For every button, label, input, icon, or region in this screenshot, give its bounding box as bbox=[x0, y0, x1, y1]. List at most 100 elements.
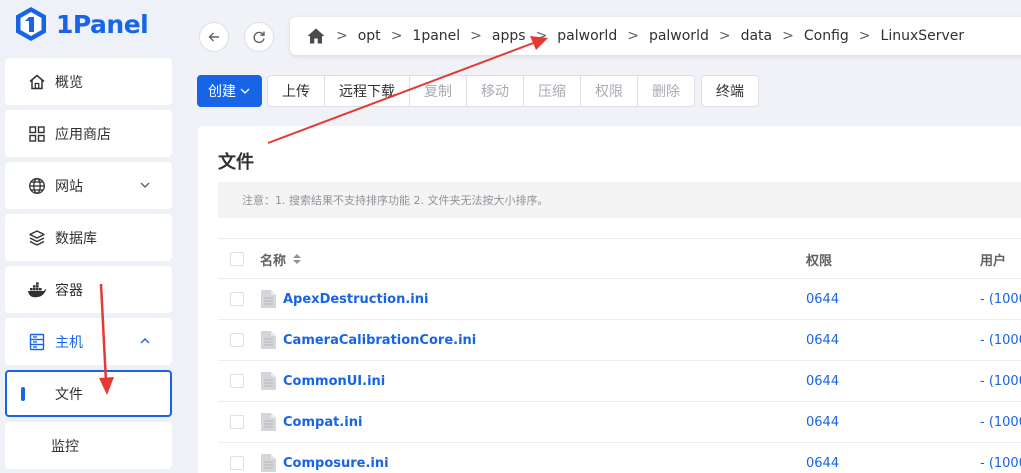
user-link[interactable]: - (1000 bbox=[980, 374, 1021, 389]
logo-text: 1Panel bbox=[56, 9, 149, 39]
home-icon bbox=[27, 72, 47, 92]
row-checkbox[interactable] bbox=[230, 333, 244, 347]
table-row[interactable]: CameraCalibrationCore.ini 0644 - (1000 bbox=[218, 320, 1021, 361]
permission-link[interactable]: 0644 bbox=[806, 456, 839, 471]
breadcrumb-separator: > bbox=[535, 28, 548, 44]
globe-icon bbox=[27, 176, 47, 196]
docker-icon bbox=[27, 280, 47, 300]
remote-download-button[interactable]: 远程下载 bbox=[324, 75, 410, 107]
file-icon bbox=[261, 331, 276, 349]
row-checkbox[interactable] bbox=[230, 374, 244, 388]
apps-grid-icon bbox=[27, 124, 47, 144]
breadcrumb-separator: > bbox=[627, 28, 639, 44]
table-row[interactable]: ApexDestruction.ini 0644 - (1000 bbox=[218, 279, 1021, 320]
back-button[interactable] bbox=[199, 22, 229, 52]
column-header-name[interactable]: 名称 bbox=[260, 239, 302, 279]
permission-link[interactable]: 0644 bbox=[806, 333, 839, 348]
breadcrumb-item[interactable]: Config bbox=[804, 28, 849, 44]
compress-button[interactable]: 压缩 bbox=[523, 75, 581, 107]
sidebar: 1Panel 概览 应用商店 网站 数据库 容器 主机 文件 监控 bbox=[0, 0, 180, 473]
breadcrumb-item[interactable]: LinuxServer bbox=[881, 28, 965, 44]
table-header: 名称 权限 用户 bbox=[218, 238, 1021, 279]
chevron-down-icon bbox=[140, 182, 150, 188]
breadcrumb: > opt > 1panel > apps > palworld > palwo… bbox=[290, 17, 1021, 55]
table-row[interactable]: CommonUI.ini 0644 - (1000 bbox=[218, 361, 1021, 402]
sidebar-item-database[interactable]: 数据库 bbox=[5, 214, 172, 261]
sidebar-item-overview[interactable]: 概览 bbox=[5, 58, 172, 105]
sidebar-item-host[interactable]: 主机 bbox=[5, 318, 172, 365]
sidebar-item-label: 数据库 bbox=[55, 230, 97, 247]
table-row[interactable]: Composure.ini 0644 - (1000 bbox=[218, 443, 1021, 473]
file-table: 名称 权限 用户 ApexDestruction.ini 0644 - (100… bbox=[218, 238, 1021, 473]
breadcrumb-item[interactable]: palworld bbox=[649, 28, 709, 44]
user-link[interactable]: - (1000 bbox=[980, 415, 1021, 430]
logo[interactable]: 1Panel bbox=[14, 6, 149, 42]
breadcrumb-separator: > bbox=[718, 28, 731, 44]
file-icon bbox=[261, 290, 276, 308]
file-name-link[interactable]: CommonUI.ini bbox=[283, 374, 385, 389]
file-name-link[interactable]: ApexDestruction.ini bbox=[283, 292, 428, 307]
breadcrumb-separator: > bbox=[470, 28, 482, 44]
file-list-card: 文件 注意：1. 搜索结果不支持排序功能 2. 文件夹无法按大小排序。 名称 权… bbox=[198, 126, 1021, 473]
chevron-up-icon bbox=[140, 338, 150, 344]
permission-link[interactable]: 0644 bbox=[806, 415, 839, 430]
host-icon bbox=[27, 332, 47, 352]
column-header-permission: 权限 bbox=[806, 253, 833, 269]
sidebar-item-label: 概览 bbox=[55, 74, 83, 91]
move-button[interactable]: 移动 bbox=[466, 75, 524, 107]
refresh-icon bbox=[253, 31, 265, 44]
breadcrumb-separator: > bbox=[390, 28, 403, 44]
column-name-label: 名称 bbox=[260, 253, 287, 269]
user-link[interactable]: - (1000 bbox=[980, 292, 1021, 307]
user-link[interactable]: - (1000 bbox=[980, 456, 1021, 471]
file-name-link[interactable]: Compat.ini bbox=[283, 415, 362, 430]
row-checkbox[interactable] bbox=[230, 292, 244, 306]
sidebar-item-label: 主机 bbox=[55, 334, 83, 351]
copy-button[interactable]: 复制 bbox=[409, 75, 467, 107]
upload-button[interactable]: 上传 bbox=[267, 75, 325, 107]
breadcrumb-item[interactable]: apps bbox=[492, 28, 526, 44]
sidebar-item-app-store[interactable]: 应用商店 bbox=[5, 110, 172, 157]
sidebar-item-label: 监控 bbox=[51, 438, 79, 455]
breadcrumb-separator: > bbox=[858, 28, 871, 44]
sidebar-item-label: 应用商店 bbox=[55, 126, 111, 143]
page-title: 文件 bbox=[218, 152, 254, 173]
file-icon bbox=[261, 372, 276, 390]
table-row[interactable]: Compat.ini 0644 - (1000 bbox=[218, 402, 1021, 443]
sidebar-item-websites[interactable]: 网站 bbox=[5, 162, 172, 209]
file-icon bbox=[261, 454, 276, 472]
chevron-down-icon bbox=[240, 88, 250, 94]
sidebar-item-files[interactable]: 文件 bbox=[5, 370, 172, 417]
permission-button[interactable]: 权限 bbox=[580, 75, 638, 107]
file-name-link[interactable]: Composure.ini bbox=[283, 456, 389, 471]
column-header-user: 用户 bbox=[980, 253, 1007, 269]
select-all-checkbox[interactable] bbox=[230, 252, 244, 266]
sidebar-item-label: 容器 bbox=[55, 282, 83, 299]
breadcrumb-separator: > bbox=[782, 28, 794, 44]
logo-icon bbox=[16, 7, 46, 41]
permission-link[interactable]: 0644 bbox=[806, 374, 839, 389]
sidebar-item-label: 网站 bbox=[55, 178, 83, 195]
create-button[interactable]: 创建 bbox=[197, 75, 262, 107]
breadcrumb-item[interactable]: data bbox=[741, 28, 773, 44]
breadcrumb-item[interactable]: opt bbox=[358, 28, 381, 44]
file-toolbar: 创建 上传 远程下载 复制 移动 压缩 权限 删除 终端 bbox=[197, 75, 759, 107]
user-link[interactable]: - (1000 bbox=[980, 333, 1021, 348]
breadcrumb-item[interactable]: 1panel bbox=[412, 28, 460, 44]
sidebar-item-containers[interactable]: 容器 bbox=[5, 266, 172, 313]
permission-link[interactable]: 0644 bbox=[806, 292, 839, 307]
terminal-button[interactable]: 终端 bbox=[701, 75, 759, 107]
arrow-left-icon bbox=[208, 32, 219, 42]
delete-button[interactable]: 删除 bbox=[637, 75, 695, 107]
sidebar-item-monitor[interactable]: 监控 bbox=[5, 422, 172, 469]
breadcrumb-item[interactable]: palworld bbox=[557, 28, 617, 44]
refresh-button[interactable] bbox=[244, 22, 274, 52]
sort-icon bbox=[293, 254, 302, 264]
row-checkbox[interactable] bbox=[230, 415, 244, 429]
row-checkbox[interactable] bbox=[230, 456, 244, 470]
file-name-link[interactable]: CameraCalibrationCore.ini bbox=[283, 333, 476, 348]
home-icon[interactable] bbox=[306, 26, 326, 46]
active-indicator bbox=[21, 386, 25, 401]
database-icon bbox=[27, 228, 47, 248]
create-button-label: 创建 bbox=[208, 84, 236, 100]
